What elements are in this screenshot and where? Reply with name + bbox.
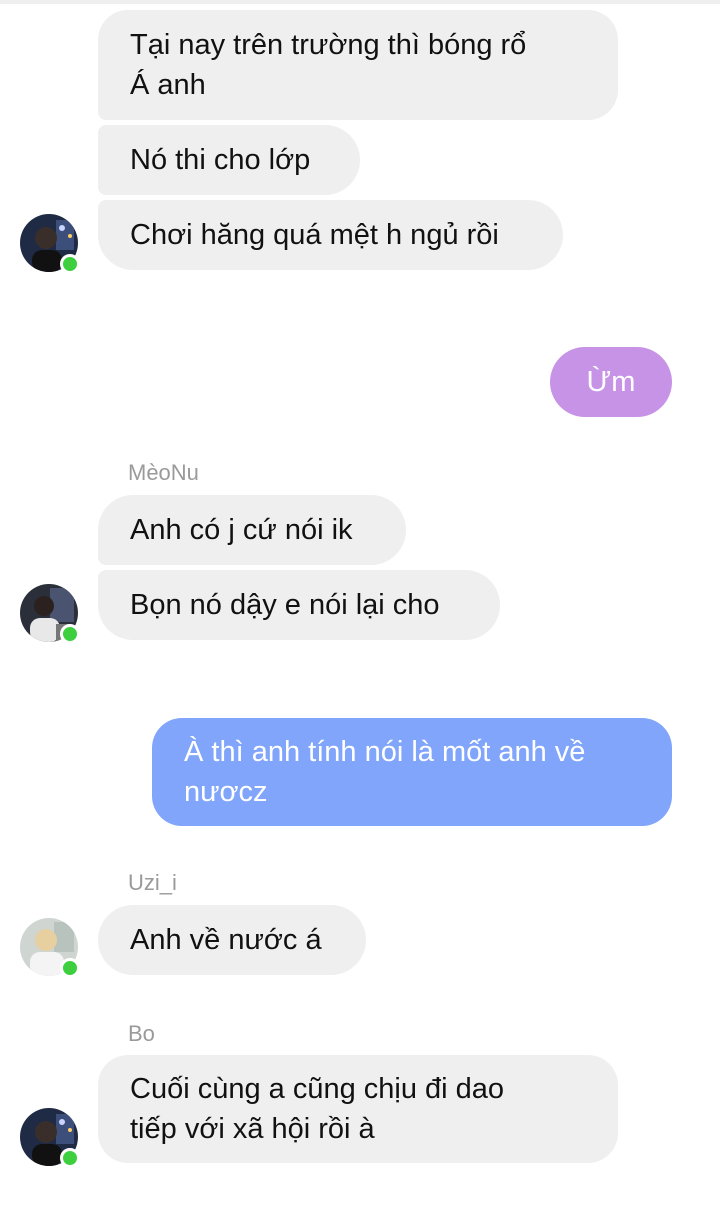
message-bubble-outgoing[interactable]: Ừm [550, 347, 672, 417]
message-bubble-incoming[interactable]: Bọn nó dậy e nói lại cho [98, 570, 500, 640]
message-text: Nó thi cho lớp [130, 144, 311, 176]
message-text: Bọn nó dậy e nói lại cho [130, 589, 440, 621]
message-bubble-incoming[interactable]: Anh có j cứ nói ik [98, 495, 406, 565]
message-bubble-incoming[interactable]: Tại nay trên trường thì bóng rổ Á anh [98, 10, 618, 120]
online-status-dot [60, 624, 80, 644]
message-text-line: À thì anh tính nói là mốt anh về [184, 736, 586, 768]
contact-avatar[interactable] [20, 214, 80, 274]
contact-avatar[interactable] [20, 918, 80, 978]
message-text-line: Tại nay trên trường thì bóng rổ [130, 29, 527, 61]
top-divider [0, 0, 720, 4]
message-text-line: Cuối cùng a cũng chịu đi dao [130, 1073, 505, 1105]
sender-name: Bo [128, 1021, 155, 1046]
sender-name: Uzi_i [128, 870, 177, 895]
message-text: Chơi hăng quá mệt h ngủ rồi [130, 219, 499, 251]
message-bubble-incoming[interactable]: Cuối cùng a cũng chịu đi dao tiếp với xã… [98, 1055, 618, 1163]
online-status-dot [60, 1148, 80, 1168]
contact-avatar[interactable] [20, 584, 80, 644]
message-bubble-incoming[interactable]: Anh về nước á [98, 905, 366, 975]
message-text-line: nươcz [184, 776, 268, 808]
message-bubble-incoming[interactable]: Chơi hăng quá mệt h ngủ rồi [98, 200, 563, 270]
message-text: Anh có j cứ nói ik [130, 514, 353, 546]
message-text: Ừm [586, 366, 636, 398]
message-bubble-incoming[interactable]: Nó thi cho lớp [98, 125, 360, 195]
message-text-line: tiếp với xã hội rồi à [130, 1113, 375, 1145]
online-status-dot [60, 958, 80, 978]
sender-name: MèoNu [128, 460, 199, 485]
contact-avatar[interactable] [20, 1108, 80, 1168]
message-text-line: Á anh [130, 69, 206, 101]
message-text: Anh về nước á [130, 924, 322, 956]
message-bubble-outgoing[interactable]: À thì anh tính nói là mốt anh về nươcz [152, 718, 672, 826]
online-status-dot [60, 254, 80, 274]
